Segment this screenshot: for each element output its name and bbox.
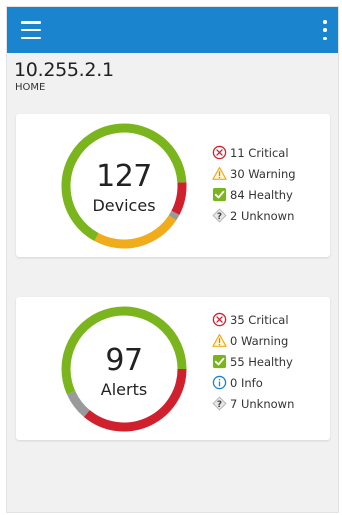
legend-label: 0 Warning <box>230 333 289 348</box>
devices-summary-card[interactable]: 127 Devices 11 Critical 30 Warning 84 He… <box>16 114 330 257</box>
menu-dot <box>323 36 327 40</box>
app-bar <box>7 7 338 53</box>
legend-label: 35 Critical <box>230 312 289 327</box>
legend-item-critical[interactable]: 35 Critical <box>212 309 294 330</box>
legend-label: 55 Healthy <box>230 354 293 369</box>
menu-line <box>21 28 41 32</box>
legend-item-warning[interactable]: 30 Warning <box>212 163 296 184</box>
info-icon <box>212 375 227 390</box>
legend-item-unknown[interactable]: ? 7 Unknown <box>212 393 294 414</box>
menu-line <box>21 21 41 24</box>
devices-label: Devices <box>92 196 156 215</box>
alerts-total: 97 <box>105 343 143 378</box>
donut-segment-warning <box>94 215 177 249</box>
warning-icon <box>212 333 227 347</box>
more-vertical-icon[interactable] <box>322 20 328 40</box>
devices-total: 127 <box>96 159 152 194</box>
menu-dot <box>323 20 327 24</box>
svg-text:?: ? <box>217 212 222 222</box>
alerts-legend: 35 Critical 0 Warning 55 Healthy 0 Info … <box>212 309 294 414</box>
unknown-icon: ? <box>212 208 227 223</box>
legend-label: 7 Unknown <box>230 396 295 411</box>
host-ip-address: 10.255.2.1 <box>14 59 114 81</box>
host-location-label: HOME <box>15 82 46 93</box>
legend-item-critical[interactable]: 11 Critical <box>212 142 296 163</box>
legend-label: 30 Warning <box>230 166 296 181</box>
warning-icon <box>212 166 227 180</box>
legend-item-unknown[interactable]: ? 2 Unknown <box>212 205 296 226</box>
app-screen: 10.255.2.1 HOME 127 Devices 11 Critical <box>6 6 339 513</box>
menu-line <box>21 36 41 39</box>
alerts-label: Alerts <box>100 380 148 399</box>
legend-item-warning[interactable]: 0 Warning <box>212 330 294 351</box>
critical-icon <box>212 145 227 160</box>
legend-label: 0 Info <box>230 375 263 390</box>
legend-label: 2 Unknown <box>230 208 295 223</box>
legend-item-info[interactable]: 0 Info <box>212 372 294 393</box>
legend-item-healthy[interactable]: 55 Healthy <box>212 351 294 372</box>
healthy-icon <box>212 354 227 369</box>
legend-label: 84 Healthy <box>230 187 293 202</box>
hamburger-menu-icon[interactable] <box>21 21 41 39</box>
svg-text:?: ? <box>217 400 222 410</box>
devices-legend: 11 Critical 30 Warning 84 Healthy ? 2 Un… <box>212 142 296 226</box>
alerts-center-text: 97 Alerts <box>54 346 194 398</box>
unknown-icon: ? <box>212 396 227 411</box>
critical-icon <box>212 312 227 327</box>
menu-dot <box>323 28 327 32</box>
devices-center-text: 127 Devices <box>54 162 194 214</box>
healthy-icon <box>212 187 227 202</box>
alerts-summary-card[interactable]: 97 Alerts 35 Critical 0 Warning 55 Healt… <box>16 297 330 440</box>
legend-label: 11 Critical <box>230 145 289 160</box>
legend-item-healthy[interactable]: 84 Healthy <box>212 184 296 205</box>
